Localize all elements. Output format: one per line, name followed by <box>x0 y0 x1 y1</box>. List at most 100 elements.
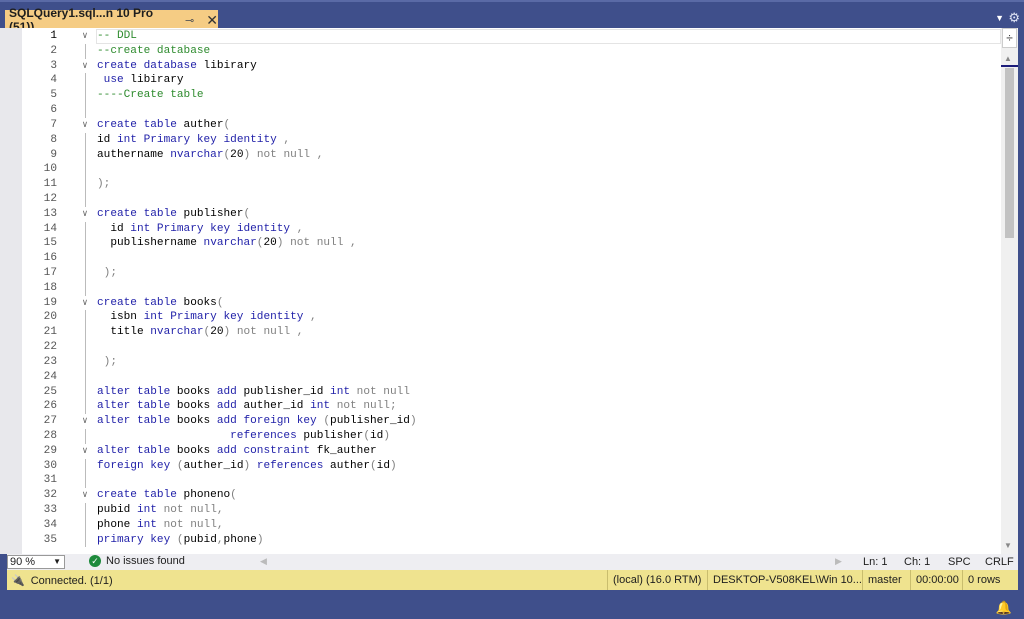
code-line[interactable]: 15 publishername nvarchar(20) not null , <box>22 236 1001 251</box>
fold-chevron-icon[interactable]: ∨ <box>80 207 90 222</box>
scroll-right-icon[interactable]: ▶ <box>835 556 842 567</box>
scroll-up-icon[interactable]: ▲ <box>1004 54 1012 63</box>
identifier-token: title <box>97 326 150 338</box>
comment-token: -- DDL <box>97 30 137 42</box>
code-line[interactable]: 7∨create table auther( <box>22 118 1001 133</box>
code-line[interactable]: 28 references publisher(id) <box>22 429 1001 444</box>
code-line[interactable]: 12 <box>22 192 1001 207</box>
code-line[interactable]: 17 ); <box>22 266 1001 281</box>
scroll-left-icon[interactable]: ◀ <box>260 556 267 567</box>
operator-token: ( <box>224 119 231 131</box>
operator-token: not null; <box>337 400 397 412</box>
line-number: 28 <box>22 429 57 444</box>
code-line[interactable]: 23 ); <box>22 355 1001 370</box>
code-line[interactable]: 34phone int not null, <box>22 518 1001 533</box>
split-editor-icon[interactable]: ÷ <box>1002 28 1017 48</box>
scrollbar-thumb[interactable] <box>1005 68 1014 238</box>
identifier-token: books <box>184 297 217 309</box>
code-text: ); <box>97 177 110 192</box>
code-line[interactable]: 1∨-- DDL <box>22 29 1001 44</box>
code-line[interactable]: 20 isbn int Primary key identity , <box>22 310 1001 325</box>
keyword-token: int <box>310 400 337 412</box>
code-line[interactable]: 6 <box>22 103 1001 118</box>
fold-chevron-icon[interactable]: ∨ <box>80 488 90 503</box>
identifier-token: phone <box>224 534 257 546</box>
code-line[interactable]: 10 <box>22 162 1001 177</box>
fold-chevron-icon[interactable]: ∨ <box>80 444 90 459</box>
keyword-token: create table <box>97 489 184 501</box>
notification-bell-icon[interactable]: 🔔 <box>996 600 1012 616</box>
fold-guide <box>85 192 86 207</box>
query-editor[interactable]: 1∨-- DDL2--create database3∨create datab… <box>0 28 1018 554</box>
line-number: 7 <box>22 118 57 133</box>
issues-indicator[interactable]: ✓No issues found <box>89 555 185 567</box>
fold-guide <box>85 355 86 370</box>
identifier-token: authername <box>97 149 170 161</box>
code-line[interactable]: 21 title nvarchar(20) not null , <box>22 325 1001 340</box>
code-line[interactable]: 5----Create table <box>22 88 1001 103</box>
code-text: id int Primary key identity , <box>97 222 303 237</box>
operator-token: not null, <box>164 519 224 531</box>
code-line[interactable]: 13∨create table publisher( <box>22 207 1001 222</box>
code-line[interactable]: 19∨create table books( <box>22 296 1001 311</box>
code-line[interactable]: 16 <box>22 251 1001 266</box>
keyword-token: int Primary key identity <box>117 134 283 146</box>
identifier-token: books <box>177 386 217 398</box>
code-line[interactable]: 30foreign key (auther_id) references aut… <box>22 459 1001 474</box>
fold-chevron-icon[interactable]: ∨ <box>80 118 90 133</box>
fold-chevron-icon[interactable]: ∨ <box>80 296 90 311</box>
line-number: 27 <box>22 414 57 429</box>
identifier-token: auther <box>330 460 370 472</box>
identifier-token: 20 <box>230 149 243 161</box>
fold-guide <box>85 325 86 340</box>
fold-guide <box>85 88 86 103</box>
code-line[interactable]: 9authername nvarchar(20) not null , <box>22 148 1001 163</box>
tab-list-dropdown-icon[interactable]: ▼ <box>995 13 1004 23</box>
line-number: 2 <box>22 44 57 59</box>
code-line[interactable]: 24 <box>22 370 1001 385</box>
keyword-token: add constraint <box>217 445 317 457</box>
close-icon[interactable]: ✕ <box>206 12 218 29</box>
identifier-token: publisher_id <box>330 415 410 427</box>
identifier-token: libirary <box>204 60 257 72</box>
code-line[interactable]: 4 use libirary <box>22 73 1001 88</box>
fold-chevron-icon[interactable]: ∨ <box>80 29 90 44</box>
fold-chevron-icon[interactable]: ∨ <box>80 414 90 429</box>
fold-guide <box>85 251 86 266</box>
line-number: 15 <box>22 236 57 251</box>
code-lines[interactable]: 1∨-- DDL2--create database3∨create datab… <box>22 29 1001 547</box>
identifier-token: id <box>370 430 383 442</box>
whitespace-indicator[interactable]: SPC <box>948 556 971 568</box>
code-line[interactable]: 3∨create database libirary <box>22 59 1001 74</box>
code-text: title nvarchar(20) not null , <box>97 325 303 340</box>
line-ending-indicator[interactable]: CRLF <box>985 556 1014 568</box>
code-line[interactable]: 29∨alter table books add constraint fk_a… <box>22 444 1001 459</box>
code-line[interactable]: 2--create database <box>22 44 1001 59</box>
code-line[interactable]: 33pubid int not null, <box>22 503 1001 518</box>
keyword-token: add <box>217 386 244 398</box>
code-line[interactable]: 18 <box>22 281 1001 296</box>
code-line[interactable]: 25alter table books add publisher_id int… <box>22 385 1001 400</box>
scroll-down-icon[interactable]: ▼ <box>1004 541 1012 550</box>
fold-guide <box>85 103 86 118</box>
vertical-scrollbar[interactable]: ÷ ▲ ▼ <box>1001 28 1018 554</box>
fold-guide <box>85 133 86 148</box>
code-line[interactable]: 22 <box>22 340 1001 355</box>
fold-guide <box>85 73 86 88</box>
code-line[interactable]: 26alter table books add auther_id int no… <box>22 399 1001 414</box>
zoom-select[interactable]: 90 %▼ <box>7 555 65 569</box>
code-line[interactable]: 8id int Primary key identity , <box>22 133 1001 148</box>
operator-token: ) <box>257 534 264 546</box>
gear-icon[interactable]: ⚙ <box>1008 10 1020 26</box>
code-line[interactable]: 35primary key (pubid,phone) <box>22 533 1001 548</box>
row-count: 0 rows <box>962 570 1000 590</box>
pin-icon[interactable]: ⊸ <box>185 14 194 27</box>
code-line[interactable]: 14 id int Primary key identity , <box>22 222 1001 237</box>
code-line[interactable]: 11); <box>22 177 1001 192</box>
code-line[interactable]: 31 <box>22 473 1001 488</box>
fold-chevron-icon[interactable]: ∨ <box>80 59 90 74</box>
identifier-token: 20 <box>210 326 223 338</box>
code-line[interactable]: 32∨create table phoneno( <box>22 488 1001 503</box>
code-line[interactable]: 27∨alter table books add foreign key (pu… <box>22 414 1001 429</box>
tab-sqlquery1[interactable]: SQLQuery1.sql...n 10 Pro (51)) ⊸ ✕ <box>5 10 218 30</box>
